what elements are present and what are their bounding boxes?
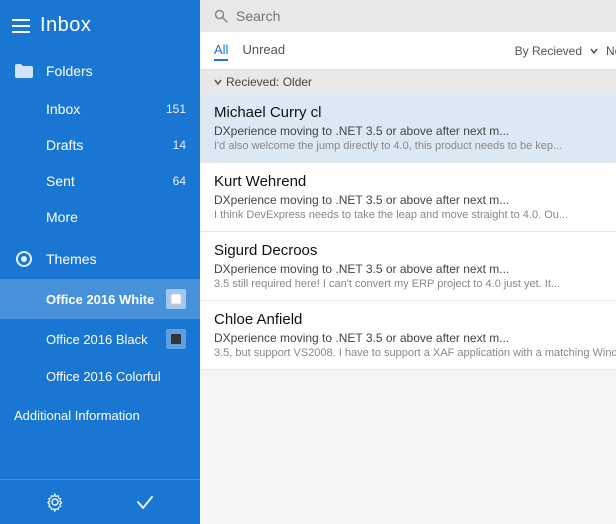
email-list: Recieved: Older Michael Curry cl 7/3/201… <box>200 70 616 524</box>
email-row1-2: Kurt Wehrend 7/3/2011 <box>214 173 616 190</box>
theme-white-badge <box>166 289 186 309</box>
additional-info[interactable]: Additional Information <box>0 398 200 433</box>
more-label: More <box>46 209 78 225</box>
search-bar <box>200 0 616 32</box>
collapse-icon[interactable] <box>214 78 222 86</box>
email-sender-4: Chloe Anfield <box>214 311 302 328</box>
main-content: All Unread By Recieved Newest Reciev <box>200 0 616 524</box>
email-subject-3: DXperience moving to .NET 3.5 or above a… <box>214 262 616 276</box>
sidebar-bottom <box>0 479 200 524</box>
sort-by-received[interactable]: By Recieved <box>515 44 582 58</box>
theme-colorful-label: Office 2016 Colorful <box>46 369 161 384</box>
email-item-4[interactable]: Chloe Anfield 7/3/2011 DXperience moving… <box>200 301 616 370</box>
themes-header[interactable]: Themes <box>0 239 200 279</box>
sidebar-item-folders[interactable]: Folders <box>0 51 200 91</box>
sort-by-chevron-icon <box>590 47 598 55</box>
themes-section: Themes Office 2016 White Office 2016 Bla… <box>0 239 200 394</box>
email-row1-1: Michael Curry cl 7/3/2011 <box>214 104 616 121</box>
sidebar-item-drafts[interactable]: Drafts 14 <box>0 127 200 163</box>
theme-black-label: Office 2016 Black <box>46 332 148 347</box>
theme-item-black[interactable]: Office 2016 Black <box>0 319 200 359</box>
drafts-label: Drafts <box>46 137 83 153</box>
folders-label: Folders <box>46 63 93 79</box>
theme-item-colorful[interactable]: Office 2016 Colorful <box>0 359 200 394</box>
theme-white-label: Office 2016 White <box>46 292 154 307</box>
sidebar-item-sent[interactable]: Sent 64 <box>0 163 200 199</box>
email-preview-1: I'd also welcome the jump directly to 4.… <box>214 140 616 152</box>
sidebar: Inbox Folders Inbox 151 Drafts 14 Sent 6… <box>0 0 200 524</box>
email-preview-3: 3.5 still required here! I can't convert… <box>214 278 616 290</box>
section-header: Recieved: Older <box>200 70 616 94</box>
sidebar-header: Inbox <box>0 0 200 51</box>
inbox-badge: 151 <box>166 102 186 116</box>
sidebar-item-more[interactable]: More <box>0 199 200 235</box>
email-item-1[interactable]: Michael Curry cl 7/3/2011 DXperience mov… <box>200 94 616 163</box>
filter-bar: All Unread By Recieved Newest <box>200 32 616 70</box>
hamburger-icon[interactable] <box>12 19 30 33</box>
search-icon <box>214 9 228 23</box>
additional-info-label: Additional Information <box>14 408 140 423</box>
filter-right: By Recieved Newest <box>515 44 616 58</box>
filter-all[interactable]: All <box>214 40 228 61</box>
filter-unread[interactable]: Unread <box>242 40 285 61</box>
email-preview-4: 3.5, but support VS2008. I have to suppo… <box>214 347 616 359</box>
email-subject-4: DXperience moving to .NET 3.5 or above a… <box>214 331 616 345</box>
themes-icon <box>14 249 34 269</box>
filter-left: All Unread <box>214 40 285 61</box>
inbox-label: Inbox <box>46 101 80 117</box>
checkmark-icon[interactable] <box>133 490 157 514</box>
email-row1-3: Sigurd Decroos 7/3/2011 <box>214 242 616 259</box>
search-input[interactable] <box>236 8 616 24</box>
sent-label: Sent <box>46 173 75 189</box>
sent-badge: 64 <box>173 174 186 188</box>
sidebar-title: Inbox <box>40 14 91 37</box>
settings-icon[interactable] <box>43 490 67 514</box>
section-header-label: Recieved: Older <box>226 75 312 89</box>
email-sender-2: Kurt Wehrend <box>214 173 306 190</box>
email-item-2[interactable]: Kurt Wehrend 7/3/2011 DXperience moving … <box>200 163 616 232</box>
theme-item-white[interactable]: Office 2016 White <box>0 279 200 319</box>
themes-label: Themes <box>46 251 97 267</box>
sort-newest[interactable]: Newest <box>606 44 616 58</box>
folder-icon <box>14 61 34 81</box>
email-sender-3: Sigurd Decroos <box>214 242 317 259</box>
theme-black-badge <box>166 329 186 349</box>
sidebar-nav: Folders Inbox 151 Drafts 14 Sent 64 More <box>0 51 200 235</box>
email-subject-1: DXperience moving to .NET 3.5 or above a… <box>214 124 616 138</box>
email-subject-2: DXperience moving to .NET 3.5 or above a… <box>214 193 616 207</box>
email-preview-2: I think DevExpress needs to take the lea… <box>214 209 616 221</box>
email-row1-4: Chloe Anfield 7/3/2011 <box>214 311 616 328</box>
email-sender-1: Michael Curry cl <box>214 104 322 121</box>
sidebar-item-inbox[interactable]: Inbox 151 <box>0 91 200 127</box>
email-item-3[interactable]: Sigurd Decroos 7/3/2011 DXperience movin… <box>200 232 616 301</box>
drafts-badge: 14 <box>173 138 186 152</box>
